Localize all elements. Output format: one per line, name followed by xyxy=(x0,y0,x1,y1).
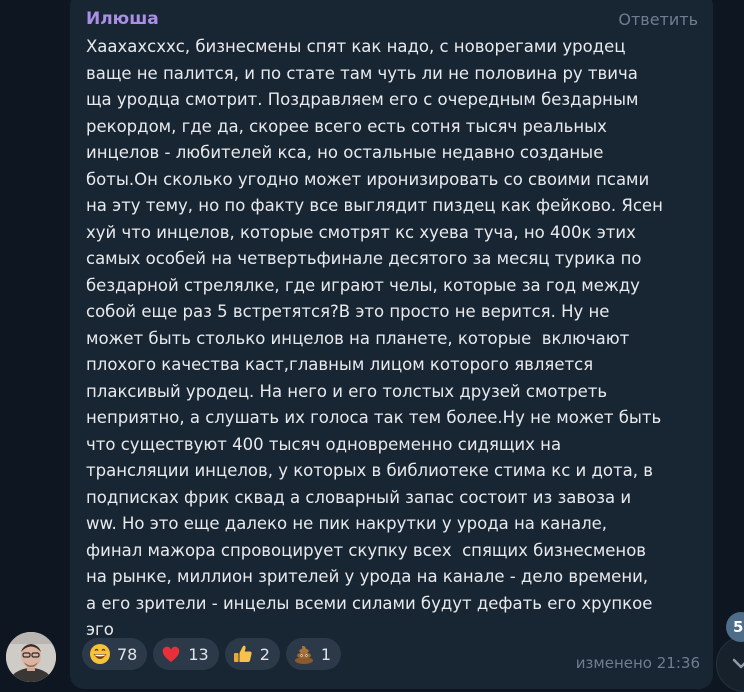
reply-button[interactable]: Ответить xyxy=(618,10,698,30)
reaction-heart[interactable]: 13 xyxy=(153,638,219,670)
scroll-to-bottom-button[interactable] xyxy=(716,636,744,692)
grinning-face-icon xyxy=(90,644,110,664)
message-time: 21:36 xyxy=(656,654,700,672)
message-meta: изменено 21:36 xyxy=(576,654,700,672)
edited-label: изменено xyxy=(575,654,652,672)
reaction-thumbs-up[interactable]: 2 xyxy=(224,638,280,670)
reaction-count: 13 xyxy=(188,644,209,664)
unread-count-badge: 5 xyxy=(726,612,744,642)
sender-avatar[interactable] xyxy=(6,632,56,682)
pile-of-poo-icon xyxy=(294,645,313,664)
message-text: Хаахахсххс, бизнесмены спят как надо, с … xyxy=(86,37,663,639)
reactions-bar: 78 13 2 1 xyxy=(82,638,342,670)
chevron-down-icon xyxy=(732,658,744,669)
red-heart-icon xyxy=(163,646,180,662)
reaction-count: 2 xyxy=(259,644,270,664)
reaction-grinning[interactable]: 78 xyxy=(82,638,148,670)
thumbs-up-icon xyxy=(233,645,252,662)
reaction-count: 78 xyxy=(117,644,138,664)
reaction-count: 1 xyxy=(320,644,332,664)
reaction-poo[interactable]: 1 xyxy=(285,638,342,670)
sender-name[interactable]: Илюша xyxy=(86,9,159,29)
